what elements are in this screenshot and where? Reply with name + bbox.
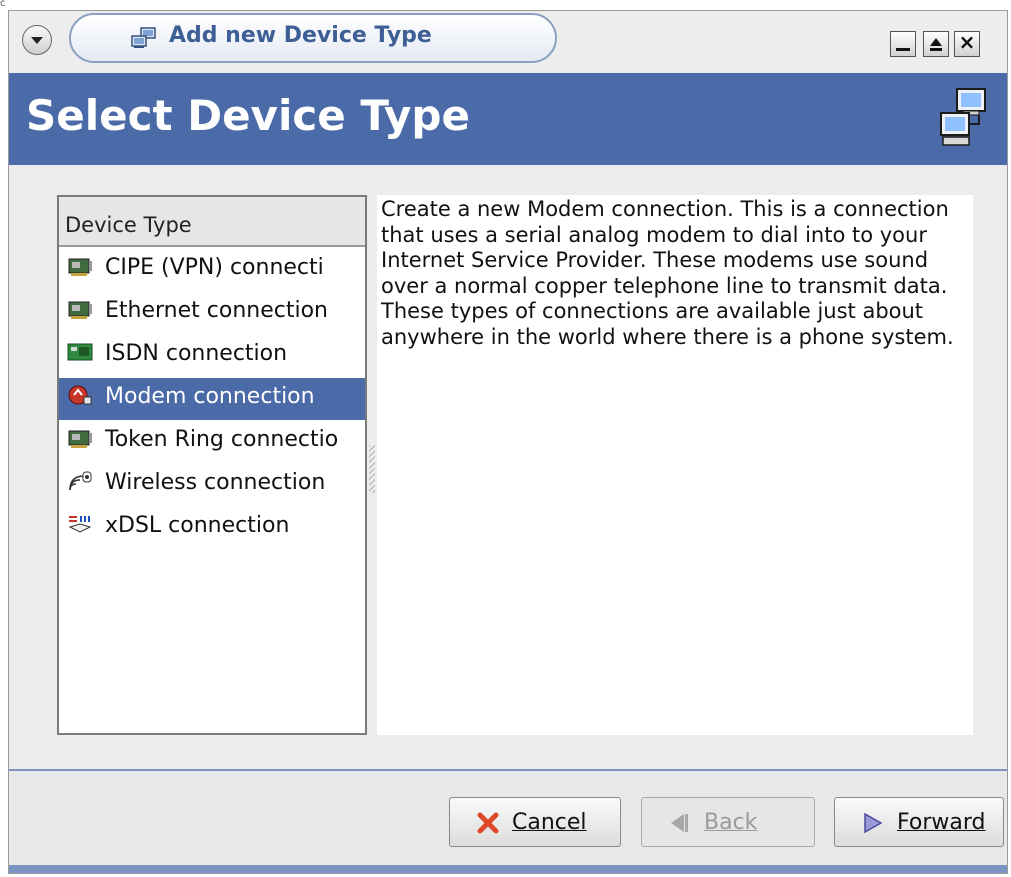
description-panel: Create a new Modem connection. This is a… bbox=[377, 195, 973, 735]
forward-button[interactable]: Forward bbox=[834, 797, 1004, 847]
list-item-label: xDSL connection bbox=[105, 513, 290, 538]
device-description: Create a new Modem connection. This is a… bbox=[381, 197, 954, 349]
list-item-xdsl[interactable]: xDSL connection bbox=[59, 507, 365, 549]
dialog-window: Add new Device Type × Select Device Type… bbox=[8, 10, 1008, 874]
xdsl-icon bbox=[68, 516, 92, 533]
network-card-icon bbox=[68, 258, 92, 276]
forward-label: Forward bbox=[897, 810, 986, 835]
network-computers-icon bbox=[940, 88, 986, 146]
list-item-ethernet[interactable]: Ethernet connection bbox=[59, 292, 365, 334]
list-item-token-ring[interactable]: Token Ring connectio bbox=[59, 421, 365, 463]
modem-icon bbox=[68, 385, 92, 405]
list-item-cipe[interactable]: CIPE (VPN) connecti bbox=[59, 249, 365, 291]
title-bar: Add new Device Type × bbox=[9, 11, 1007, 73]
cancel-label: Cancel bbox=[512, 810, 587, 835]
list-item-label: Ethernet connection bbox=[105, 298, 328, 323]
forward-arrow-icon bbox=[864, 812, 883, 834]
page-header: Select Device Type bbox=[9, 73, 1007, 165]
list-item-label: Token Ring connectio bbox=[105, 427, 339, 452]
device-type-list[interactable]: Device Type CIPE (VPN) connecti Ethernet… bbox=[57, 195, 367, 735]
close-button[interactable]: × bbox=[954, 30, 980, 57]
list-item-label: Modem connection bbox=[105, 384, 315, 409]
window-title: Add new Device Type bbox=[169, 23, 432, 48]
list-item-label: ISDN connection bbox=[105, 341, 288, 366]
back-arrow-icon bbox=[671, 814, 688, 832]
cancel-button[interactable]: Cancel bbox=[449, 797, 621, 847]
bottom-bar bbox=[9, 865, 1007, 873]
window-menu-button[interactable] bbox=[22, 25, 52, 55]
page-title: Select Device Type bbox=[26, 91, 470, 140]
network-card-icon bbox=[68, 430, 92, 448]
minimize-button[interactable] bbox=[890, 31, 916, 57]
wireless-icon bbox=[69, 471, 92, 491]
network-card-icon bbox=[68, 301, 92, 319]
network-computers-icon bbox=[131, 27, 156, 48]
list-item-wireless[interactable]: Wireless connection bbox=[59, 464, 365, 506]
close-icon: × bbox=[958, 30, 976, 54]
list-item-label: CIPE (VPN) connecti bbox=[105, 255, 324, 280]
list-item-modem[interactable]: Modem connection bbox=[59, 378, 365, 420]
list-item-label: Wireless connection bbox=[105, 470, 326, 495]
content-area: Device Type CIPE (VPN) connecti Ethernet… bbox=[9, 165, 1007, 769]
button-bar: Cancel Back Forward bbox=[9, 771, 1007, 865]
list-item-isdn[interactable]: ISDN connection bbox=[59, 335, 365, 377]
device-type-column-header[interactable]: Device Type bbox=[59, 197, 365, 247]
title-pill: Add new Device Type bbox=[69, 13, 557, 63]
pane-splitter[interactable] bbox=[369, 445, 375, 493]
cancel-x-icon bbox=[477, 812, 499, 834]
maximize-button[interactable] bbox=[923, 31, 949, 57]
corner-glyph: c bbox=[0, 0, 6, 8]
isdn-card-icon bbox=[67, 343, 93, 361]
back-label: Back bbox=[704, 810, 758, 835]
back-button[interactable]: Back bbox=[641, 797, 815, 847]
